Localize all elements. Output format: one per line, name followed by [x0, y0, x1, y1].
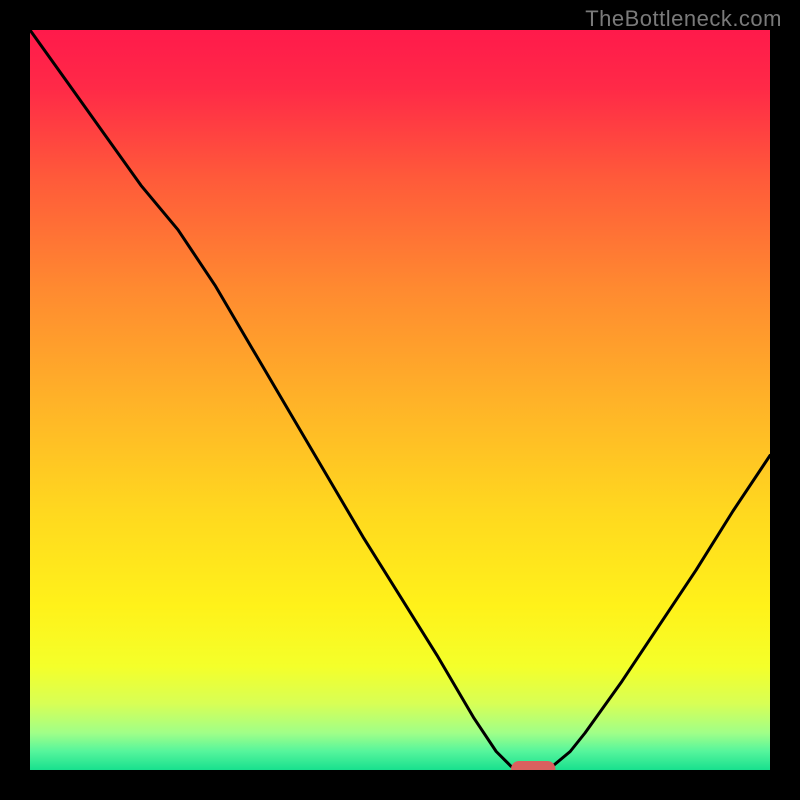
watermark-text: TheBottleneck.com: [585, 6, 782, 32]
chart-svg: [30, 30, 770, 770]
minimum-marker: [511, 761, 555, 770]
chart-frame: TheBottleneck.com: [0, 0, 800, 800]
gradient-background: [30, 30, 770, 770]
plot-area: [30, 30, 770, 770]
